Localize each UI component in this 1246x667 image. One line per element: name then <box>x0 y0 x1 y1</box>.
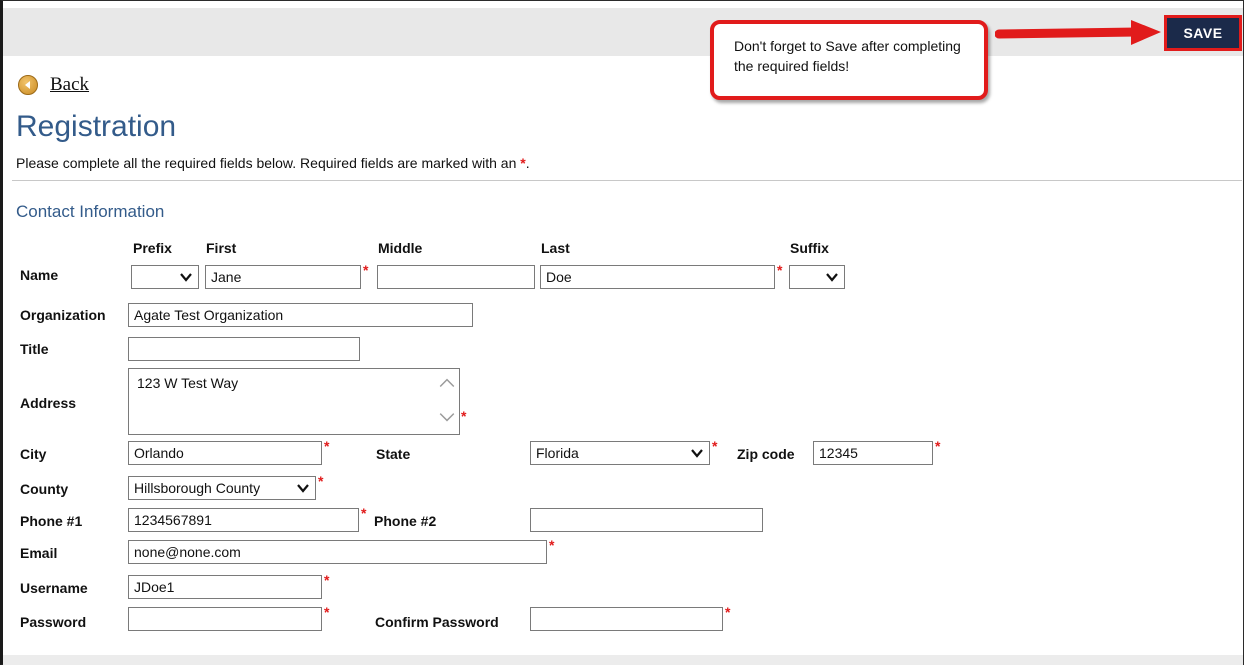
scrollbar[interactable] <box>437 369 457 434</box>
name-label: Name <box>20 267 59 283</box>
callout-text: Don't forget to Save after completing th… <box>734 38 961 74</box>
password-input[interactable] <box>128 607 322 631</box>
email-label: Email <box>20 545 58 561</box>
divider <box>12 180 1242 181</box>
chevron-down-icon <box>826 273 838 282</box>
title-input[interactable] <box>128 337 360 361</box>
state-label: State <box>376 446 411 462</box>
phone1-input[interactable]: 1234567891 <box>128 508 359 532</box>
required-star: * <box>318 473 324 489</box>
instructions-text: Please complete all the required fields … <box>16 155 530 171</box>
back-arrow-icon[interactable] <box>18 75 38 95</box>
chevron-down-icon <box>297 484 309 493</box>
confirm-password-input[interactable] <box>530 607 723 631</box>
section-title: Contact Information <box>16 202 165 221</box>
password-label: Password <box>20 614 87 630</box>
city-input[interactable]: Orlando <box>128 441 322 465</box>
phone2-label: Phone #2 <box>374 513 437 529</box>
prefix-header: Prefix <box>133 240 172 256</box>
bottom-bar <box>3 655 1243 665</box>
username-input[interactable]: JDoe1 <box>128 575 322 599</box>
username-label: Username <box>20 580 88 596</box>
title-label: Title <box>20 341 49 357</box>
suffix-header: Suffix <box>790 240 829 256</box>
county-select[interactable]: Hillsborough County <box>128 476 316 500</box>
organization-label: Organization <box>20 307 106 323</box>
required-star: * <box>324 438 330 454</box>
instructions-body: Please complete all the required fields … <box>16 155 517 171</box>
page-title: Registration <box>16 110 177 143</box>
required-star: * <box>712 438 718 454</box>
required-star: * <box>361 505 367 521</box>
required-star: * <box>725 604 731 620</box>
county-value: Hillsborough County <box>134 480 261 496</box>
middle-header: Middle <box>378 240 423 256</box>
state-select[interactable]: Florida <box>530 441 710 465</box>
zip-label: Zip code <box>737 446 795 462</box>
arrow-right-icon <box>995 20 1161 45</box>
phone2-input[interactable] <box>530 508 763 532</box>
confirm-password-label: Confirm Password <box>375 614 499 630</box>
state-value: Florida <box>536 445 579 461</box>
save-button[interactable]: SAVE <box>1164 15 1242 51</box>
chevron-down-icon <box>691 449 703 458</box>
instructions-end: . <box>525 155 530 171</box>
suffix-select[interactable] <box>789 265 845 289</box>
last-name-input[interactable]: Doe <box>540 265 775 289</box>
required-star: * <box>324 572 330 588</box>
city-label: City <box>20 446 47 462</box>
page-frame <box>0 0 1244 665</box>
county-label: County <box>20 481 69 497</box>
required-star: * <box>935 438 941 454</box>
required-star: * <box>549 537 555 553</box>
organization-input[interactable]: Agate Test Organization <box>128 303 473 327</box>
address-value: 123 W Test Way <box>137 375 239 391</box>
required-star: * <box>777 262 783 278</box>
first-header: First <box>206 240 237 256</box>
required-star: * <box>324 604 330 620</box>
address-textarea[interactable]: 123 W Test Way <box>128 368 460 435</box>
chevron-down-icon <box>180 273 192 282</box>
middle-name-input[interactable] <box>377 265 535 289</box>
first-name-input[interactable]: Jane <box>205 265 361 289</box>
back-link-group[interactable]: Back <box>18 74 89 96</box>
zip-input[interactable]: 12345 <box>813 441 933 465</box>
required-star: * <box>363 262 369 278</box>
last-header: Last <box>541 240 570 256</box>
back-link[interactable]: Back <box>50 74 89 96</box>
required-star: * <box>461 408 467 424</box>
email-input[interactable]: none@none.com <box>128 540 547 564</box>
phone1-label: Phone #1 <box>20 513 83 529</box>
address-label: Address <box>20 395 77 411</box>
prefix-select[interactable] <box>131 265 199 289</box>
save-reminder-callout: Don't forget to Save after completing th… <box>710 20 988 100</box>
